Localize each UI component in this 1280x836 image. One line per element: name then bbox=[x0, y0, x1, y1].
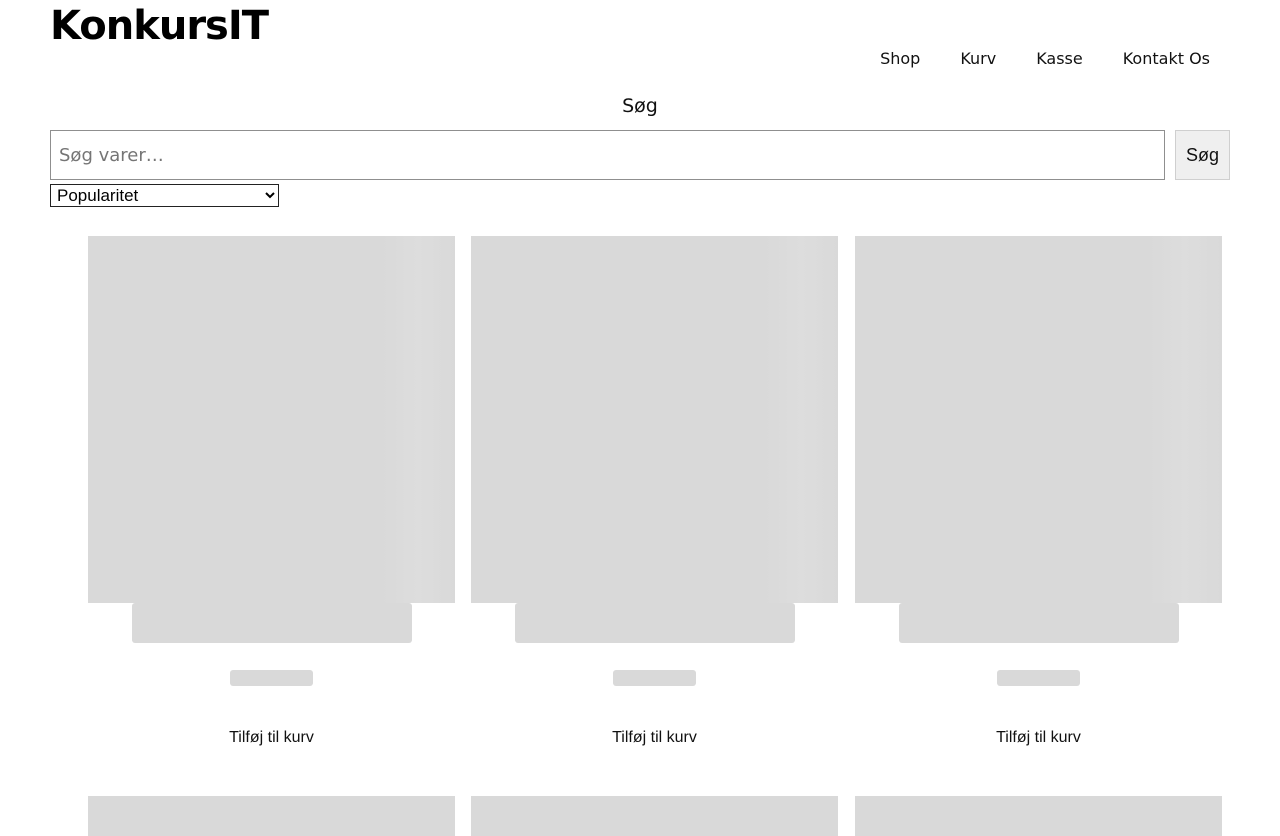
nav-item-kasse[interactable]: Kasse bbox=[1036, 48, 1083, 70]
search-row: Søg bbox=[50, 130, 1230, 180]
product-image-placeholder bbox=[855, 236, 1222, 603]
main-nav: Shop Kurv Kasse Kontakt Os bbox=[880, 48, 1210, 70]
product-title-placeholder bbox=[899, 603, 1179, 643]
product-title-placeholder bbox=[132, 603, 412, 643]
site-logo[interactable]: KonkursIT bbox=[50, 2, 269, 50]
product-card: Tilføj til kurv bbox=[88, 236, 455, 776]
product-image-placeholder bbox=[471, 236, 838, 603]
product-image-placeholder-next-row bbox=[88, 796, 455, 836]
search-button[interactable]: Søg bbox=[1175, 130, 1230, 180]
search-input[interactable] bbox=[50, 130, 1165, 180]
product-image-placeholder bbox=[88, 236, 455, 603]
product-card: Tilføj til kurv bbox=[855, 236, 1222, 776]
product-price-placeholder bbox=[613, 670, 696, 686]
nav-item-shop[interactable]: Shop bbox=[880, 48, 920, 70]
product-image-placeholder-next-row bbox=[855, 796, 1222, 836]
product-title-placeholder bbox=[515, 603, 795, 643]
add-to-cart-button[interactable]: Tilføj til kurv bbox=[88, 726, 455, 750]
add-to-cart-button[interactable]: Tilføj til kurv bbox=[855, 726, 1222, 750]
product-price-placeholder bbox=[997, 670, 1080, 686]
product-image-placeholder-next-row bbox=[471, 796, 838, 836]
product-card: Tilføj til kurv bbox=[471, 236, 838, 776]
nav-item-kontakt-os[interactable]: Kontakt Os bbox=[1123, 48, 1210, 70]
nav-item-kurv[interactable]: Kurv bbox=[960, 48, 996, 70]
search-heading: Søg bbox=[622, 95, 658, 117]
product-price-placeholder bbox=[230, 670, 313, 686]
add-to-cart-button[interactable]: Tilføj til kurv bbox=[471, 726, 838, 750]
sort-select[interactable]: Popularitet bbox=[50, 184, 279, 207]
